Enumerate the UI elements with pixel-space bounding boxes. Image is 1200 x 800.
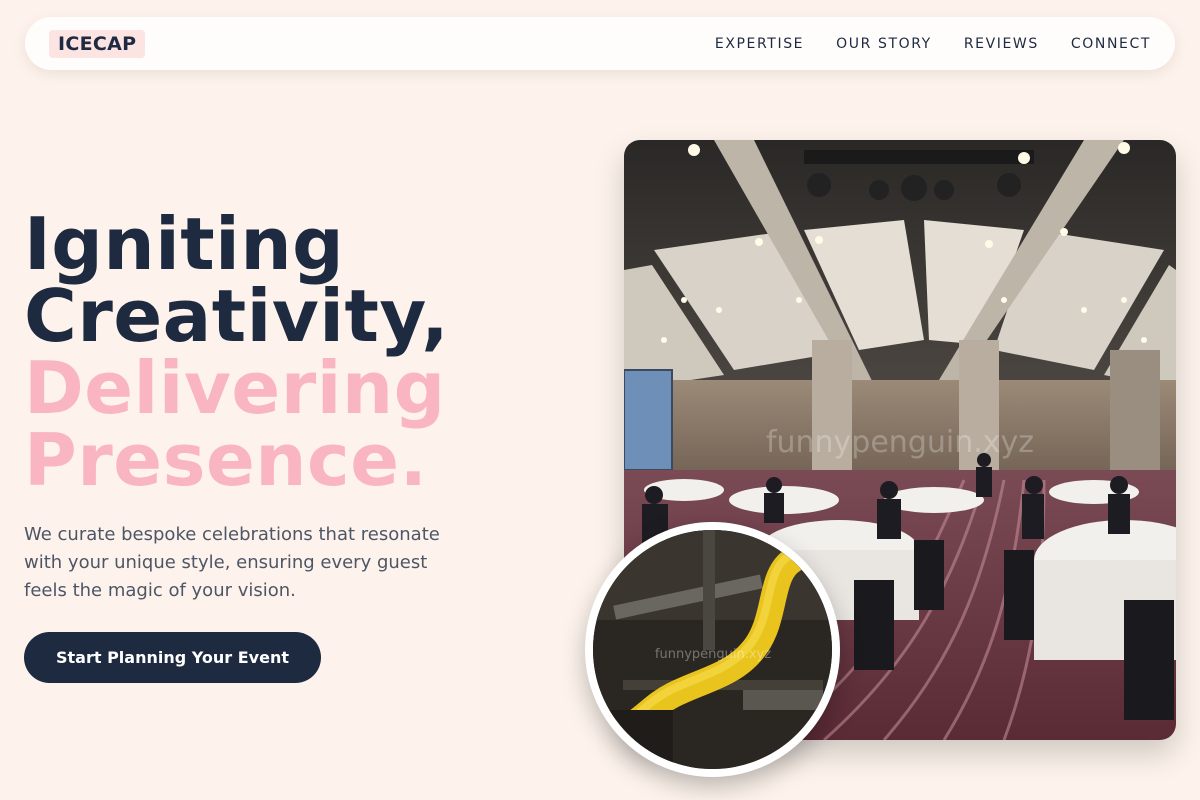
hero-title-line-1: Igniting [24, 202, 345, 286]
hero-title: Igniting Creativity, Delivering Presence… [24, 208, 584, 496]
hero-description: We curate bespoke celebrations that reso… [24, 524, 440, 601]
nav-link-reviews[interactable]: REVIEWS [964, 36, 1039, 52]
slide-photo-watermark: funnypenguin.xyz [655, 647, 771, 662]
logo[interactable]: ICECAP [49, 29, 146, 58]
start-planning-button[interactable]: Start Planning Your Event [24, 632, 321, 683]
hero-title-line-3: Delivering [24, 346, 446, 430]
slide-photo: funnypenguin.xyz [585, 522, 840, 777]
nav-link-our-story[interactable]: OUR STORY [836, 36, 932, 52]
hero-title-line-2: Creativity, [24, 274, 450, 358]
navbar: ICECAP EXPERTISE OUR STORY REVIEWS CONNE… [25, 17, 1175, 70]
nav-links: EXPERTISE OUR STORY REVIEWS CONNECT [715, 36, 1151, 52]
hero-title-line-4: Presence. [24, 418, 428, 502]
main-photo-watermark: funnypenguin.xyz [766, 425, 1034, 460]
slide-illustration: funnypenguin.xyz [593, 530, 832, 769]
nav-link-connect[interactable]: CONNECT [1071, 36, 1151, 52]
nav-link-expertise[interactable]: EXPERTISE [715, 36, 804, 52]
